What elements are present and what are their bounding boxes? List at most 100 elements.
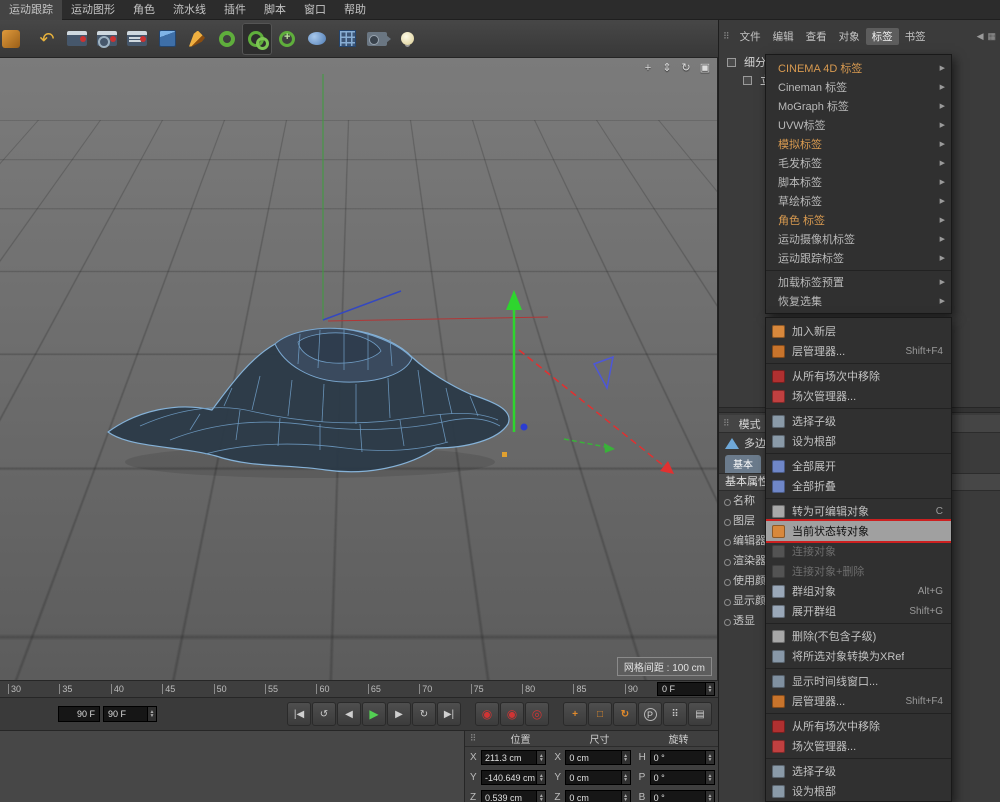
toolbar-button[interactable] [182,23,212,55]
value-spinner[interactable]: ▲▼ [536,751,545,764]
gizmo-x-arrowhead[interactable] [660,461,674,474]
tags-menu-item[interactable]: 加载标签预置 ▶ [766,270,951,291]
toolbar-button[interactable]: ↶ [32,23,62,55]
value-spinner[interactable]: ▲▼ [621,791,630,802]
toolbar-button[interactable] [152,23,182,55]
context-menu-item[interactable]: 设为根部 [766,781,951,801]
play-reverse-button[interactable]: ↺ [312,702,336,726]
previous-frame-button[interactable]: ◀ [337,702,361,726]
coordinate-input[interactable]: 211.3 cm ▲▼ [481,750,546,765]
record-scale-toggle[interactable]: □ [588,702,612,726]
context-menu-item[interactable]: 设为根部 [766,431,951,451]
context-menu-item[interactable]: 连接对象 [766,541,951,561]
context-menu-item[interactable]: 删除(不包含子级) [766,623,951,646]
attribute-mode-label[interactable]: 模式 [739,416,761,432]
value-spinner[interactable]: ▲▼ [705,751,714,764]
context-menu-item[interactable]: 选择子级 [766,408,951,431]
tags-menu-item[interactable]: MoGraph 标签 ▶ [766,96,951,115]
coordinate-input[interactable]: 0.539 cm ▲▼ [481,790,546,802]
keyframe-selection-button[interactable]: ◎ [525,702,549,726]
om-menu-edit[interactable]: 编辑 [767,28,800,45]
toolbar-button[interactable] [272,23,302,55]
pan-icon[interactable]: + [641,61,655,75]
tags-menu-item[interactable]: 模拟标签 ▶ [766,134,951,153]
goto-start-button[interactable]: |◀ [287,702,311,726]
tags-menu-item[interactable]: 角色 标签 ▶ [766,210,951,229]
tags-menu-item[interactable]: 草绘标签 ▶ [766,191,951,210]
current-frame-field[interactable]: 0 F ▲▼ [657,682,715,696]
context-menu-item[interactable]: 当前状态转对象 [766,521,951,541]
menubar-item[interactable]: 流水线 [164,0,215,20]
gizmo-y-arrowhead[interactable] [506,290,522,310]
context-menu-item[interactable]: 展开群组 Shift+G [766,601,951,621]
context-menu-item[interactable]: 选择子级 [766,758,951,781]
context-menu-item[interactable]: 连接对象+删除 [766,561,951,581]
coordinate-input[interactable]: 0 cm ▲▼ [565,790,630,802]
om-menu-bookmarks[interactable]: 书签 [899,28,932,45]
perspective-viewport[interactable]: + ⇕ ↻ ▣ 网格间距 : 100 cm [0,58,718,680]
hat-polygon-mesh[interactable] [108,328,528,472]
coordinate-input[interactable]: 0 ° ▲▼ [650,770,715,785]
context-menu-item[interactable]: 转为可编辑对象 C [766,498,951,521]
tab-basic[interactable]: 基本 [725,455,761,473]
context-menu-item[interactable]: 加入新层 [766,321,951,341]
value-spinner[interactable]: ▲▼ [536,771,545,784]
context-menu-item[interactable]: 全部展开 [766,453,951,476]
frame-value-spinner[interactable]: ▲▼ [147,707,156,721]
zoom-icon[interactable]: ⇕ [660,61,674,75]
coordinate-input[interactable]: 0 cm ▲▼ [565,750,630,765]
frame-value-field[interactable]: 90 F ▲▼ [103,706,157,722]
timeline-ruler[interactable]: 30 35 40 45 50 55 60 65 70 75 80 85 [0,680,718,698]
context-menu-item[interactable]: 场次管理器... [766,736,951,756]
gizmo-plane-handle[interactable] [564,439,606,447]
toolbar-button[interactable] [392,23,422,55]
menubar-item[interactable]: 帮助 [335,0,375,20]
toggle-view-icon[interactable]: ▣ [698,61,712,75]
record-pla-toggle[interactable]: ⠿ [663,702,687,726]
goto-end-button[interactable]: ▶| [437,702,461,726]
layout-icon[interactable]: ▦ [987,31,996,42]
tags-menu-item[interactable]: 脚本标签 ▶ [766,172,951,191]
context-menu-item[interactable]: 将所选对象转换为XRef [766,646,951,666]
context-menu-item[interactable]: 场次管理器... [766,386,951,406]
value-spinner[interactable]: ▲▼ [536,791,545,802]
dock-icon[interactable]: ◀ [977,31,984,42]
toolbar-button[interactable] [62,23,92,55]
toolbar-button[interactable] [212,23,242,55]
tags-menu-item[interactable]: 恢复选集 ▶ [766,291,951,310]
menubar-item[interactable]: 脚本 [255,0,295,20]
toolbar-button[interactable] [242,23,272,55]
menubar-item[interactable]: 运动图形 [62,0,124,20]
context-menu-item[interactable]: 显示时间线窗口... [766,668,951,691]
coordinate-input[interactable]: -140.649 cm ▲▼ [481,770,546,785]
om-menu-file[interactable]: 文件 [734,28,767,45]
grip-icon[interactable]: ⠿ [723,418,730,429]
menubar-item[interactable]: 角色 [124,0,164,20]
gizmo-z-handle[interactable] [594,357,613,388]
play-loop-button[interactable]: ↻ [412,702,436,726]
minimal-interface-button[interactable]: ▤ [688,702,712,726]
coordinate-input[interactable]: 0 cm ▲▼ [565,770,630,785]
toolbar-button[interactable] [332,23,362,55]
gizmo-plane-arrowhead[interactable] [604,443,615,453]
record-rotation-toggle[interactable]: ↻ [613,702,637,726]
context-menu-item[interactable]: 层管理器... Shift+F4 [766,341,951,361]
tags-menu-item[interactable]: Cineman 标签 ▶ [766,77,951,96]
value-spinner[interactable]: ▲▼ [705,791,714,802]
context-menu-item[interactable]: 从所有场次中移除 [766,363,951,386]
menubar-item[interactable]: 插件 [215,0,255,20]
tags-menu-item[interactable]: UVW标签 ▶ [766,115,951,134]
om-menu-tags[interactable]: 标签 [866,28,899,45]
om-menu-object[interactable]: 对象 [833,28,866,45]
grip-icon[interactable]: ⠿ [465,733,481,744]
record-active-objects-button[interactable]: ◉ [475,702,499,726]
value-spinner[interactable]: ▲▼ [621,751,630,764]
tags-menu-item[interactable]: 毛发标签 ▶ [766,153,951,172]
tags-menu-item[interactable]: 运动跟踪标签 ▶ [766,248,951,267]
toolbar-button[interactable] [302,23,332,55]
gizmo-x-arrow[interactable] [519,350,664,466]
value-spinner[interactable]: ▲▼ [621,771,630,784]
z-handle-dot[interactable] [521,424,528,431]
autokeying-button[interactable]: ◉ [500,702,524,726]
menubar-item[interactable]: 窗口 [295,0,335,20]
